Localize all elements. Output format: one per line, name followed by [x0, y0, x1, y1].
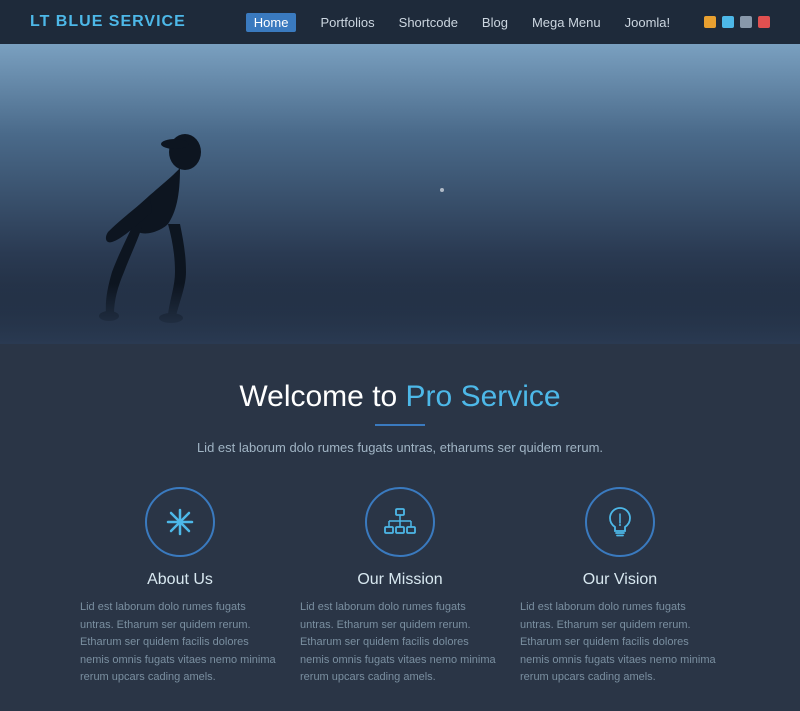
- color-icon-2[interactable]: [722, 16, 734, 28]
- logo[interactable]: LT BLUE SERVICE: [30, 13, 186, 31]
- feature-our-vision: Our Vision Lid est laborum dolo rumes fu…: [520, 487, 720, 687]
- about-us-icon-circle: [145, 487, 215, 557]
- color-icon-4[interactable]: [758, 16, 770, 28]
- hero-dot: [440, 188, 444, 192]
- welcome-divider: [375, 424, 425, 426]
- welcome-title: Welcome to Pro Service: [60, 380, 740, 414]
- content-section: Welcome to Pro Service Lid est laborum d…: [0, 344, 800, 711]
- vision-text: Lid est laborum dolo rumes fugats untras…: [520, 599, 720, 687]
- welcome-subtitle: Lid est laborum dolo rumes fugats untras…: [60, 440, 740, 455]
- mission-icon-circle: [365, 487, 435, 557]
- nav: Home Portfolios Shortcode Blog Mega Menu…: [246, 13, 704, 32]
- mission-title: Our Mission: [357, 571, 442, 589]
- header: LT BLUE SERVICE Home Portfolios Shortcod…: [0, 0, 800, 44]
- nav-item-megamenu[interactable]: Mega Menu: [532, 15, 601, 30]
- vision-icon-circle: [585, 487, 655, 557]
- welcome-highlight: Pro Service: [406, 380, 561, 413]
- mission-text: Lid est laborum dolo rumes fugats untras…: [300, 599, 500, 687]
- about-us-text: Lid est laborum dolo rumes fugats untras…: [80, 599, 280, 687]
- features-row: About Us Lid est laborum dolo rumes fuga…: [60, 487, 740, 687]
- nav-item-shortcode[interactable]: Shortcode: [399, 15, 458, 30]
- color-icon-1[interactable]: [704, 16, 716, 28]
- about-us-title: About Us: [147, 571, 213, 589]
- nav-item-joomla[interactable]: Joomla!: [625, 15, 671, 30]
- nav-item-portfolios[interactable]: Portfolios: [320, 15, 374, 30]
- hero-overlay: [0, 284, 800, 344]
- feature-our-mission: Our Mission Lid est laborum dolo rumes f…: [300, 487, 500, 687]
- hero-section: [0, 44, 800, 344]
- feature-about-us: About Us Lid est laborum dolo rumes fuga…: [80, 487, 280, 687]
- asterisk-icon: [165, 507, 195, 537]
- lightbulb-icon: [606, 506, 634, 538]
- nav-item-blog[interactable]: Blog: [482, 15, 508, 30]
- nav-item-home[interactable]: Home: [246, 13, 297, 32]
- vision-title: Our Vision: [583, 571, 657, 589]
- hierarchy-icon: [384, 508, 416, 536]
- color-icon-3[interactable]: [740, 16, 752, 28]
- nav-icons: [704, 16, 770, 28]
